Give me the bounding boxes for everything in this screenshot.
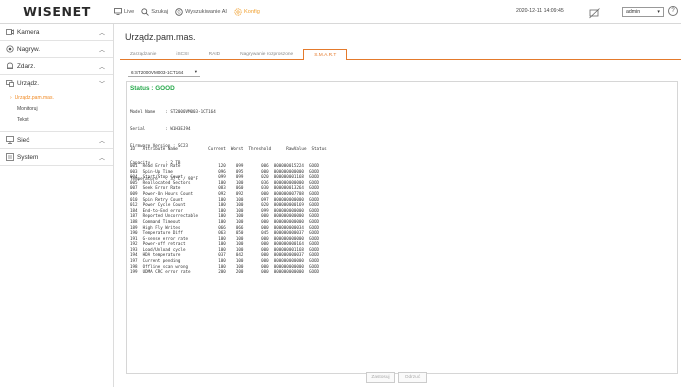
system-icon	[6, 153, 14, 161]
sidebar-item-storage[interactable]: › Urządz.pam.mas.	[0, 92, 113, 103]
chevron-up-icon: ︿	[98, 139, 105, 145]
tab-bar: Zarządzanie iSCSI RAID Nagrywanie rozpro…	[120, 49, 681, 60]
sidebar-item-network[interactable]: Sieć ︿	[0, 132, 113, 148]
table-row: 197 Current pending 100 100 000 00000000…	[130, 258, 320, 264]
top-nav: Live Szukaj G Wyszukiwanie AI Konfig	[114, 0, 267, 24]
help-icon[interactable]: ?	[668, 6, 678, 16]
main-content: Urządz.pam.mas. Zarządzanie iSCSI RAID N…	[114, 24, 681, 387]
user-dropdown[interactable]: admin ▾	[622, 7, 664, 17]
chevron-down-icon: ▾	[194, 69, 197, 74]
sidebar-item-label: Nagryw.	[17, 45, 41, 53]
top-bar: WISENET Live Szukaj G Wyszukiwanie AI Ko…	[0, 0, 681, 24]
record-icon	[6, 45, 14, 53]
nav-config[interactable]: Konfig	[234, 0, 260, 24]
nav-live-label: Live	[124, 8, 135, 15]
info-line: Serial : W1H3EJ94	[130, 125, 191, 131]
nav-live[interactable]: Live	[114, 0, 134, 24]
disk-select-value: 6:ST2000VM003-1CT164	[131, 69, 184, 75]
chevron-down-icon: ▾	[657, 9, 660, 15]
nav-ai-search-label: Wyszukiwanie AI	[185, 8, 227, 15]
sidebar-item-system[interactable]: System ︿	[0, 149, 113, 165]
user-name: admin	[626, 9, 641, 15]
sidebar: Kamera ︿ Nagryw. ︿ Zdarz. ︿ Urządz. ﹀ › …	[0, 24, 114, 387]
chevron-down-icon: ﹀	[98, 82, 105, 88]
table-row: 199 UDMA CRC error rate 200 200 000 0000…	[130, 269, 320, 275]
sidebar-item-label: Sieć	[17, 136, 30, 144]
sidebar-item-label: Zdarz.	[17, 62, 36, 70]
device-icon	[6, 79, 14, 87]
chevron-up-icon: ︿	[98, 65, 105, 71]
search-icon	[141, 7, 150, 16]
tab-distributed-recording[interactable]: Nagrywanie rozproszone	[230, 49, 303, 59]
smart-table: ID Attribute Name Current Worst Threshol…	[130, 135, 327, 286]
sidebar-item-label: Kamera	[17, 28, 40, 36]
svg-text:G: G	[178, 9, 181, 14]
sidebar-group-camera: Kamera ︿	[0, 24, 113, 41]
sidebar-group-network: Sieć ︿	[0, 132, 113, 149]
tab-iscsi[interactable]: iSCSI	[166, 49, 198, 59]
logo: WISENET	[23, 4, 91, 19]
sidebar-group-device: Urządz. ﹀ › Urządz.pam.mas. Monitoruj Te…	[0, 75, 113, 132]
apply-button[interactable]: Zastosuj	[366, 372, 395, 383]
bell-icon	[7, 62, 13, 69]
sidebar-group-system: System ︿	[0, 149, 113, 166]
sidebar-item-camera[interactable]: Kamera ︿	[0, 24, 113, 40]
sidebar-item-record[interactable]: Nagryw. ︿	[0, 41, 113, 57]
sidebar-item-label: Urządz.	[17, 79, 40, 87]
table-row: 001 Read Error Rate 120 099 006 00000001…	[130, 162, 320, 168]
table-row: 188 Command Timeout 100 100 000 00000000…	[130, 218, 320, 224]
nav-ai-search[interactable]: G Wyszukiwanie AI	[175, 0, 227, 24]
camera-off-icon[interactable]	[589, 6, 601, 24]
sidebar-group-record: Nagryw. ︿	[0, 41, 113, 58]
monitor-icon	[114, 8, 122, 15]
sidebar-submenu: › Urządz.pam.mas. Monitoruj Tekst	[0, 91, 113, 131]
cancel-button[interactable]: Odrzuć	[398, 372, 427, 383]
chevron-up-icon: ︿	[98, 31, 105, 37]
chevron-up-icon: ︿	[98, 48, 105, 54]
disk-select[interactable]: 6:ST2000VM003-1CT164 ▾	[128, 68, 200, 77]
gear-icon	[234, 7, 242, 16]
camera-icon	[6, 29, 14, 35]
sidebar-item-event[interactable]: Zdarz. ︿	[0, 58, 113, 74]
sidebar-group-event: Zdarz. ︿	[0, 58, 113, 75]
ai-search-icon: G	[175, 7, 183, 16]
datetime: 2020-12-11 14:09:45	[516, 8, 564, 14]
sidebar-item-device[interactable]: Urządz. ﹀	[0, 75, 113, 91]
sidebar-item-label: System	[17, 153, 39, 161]
chevron-up-icon: ︿	[98, 156, 105, 162]
table-row: 004 Start/Stop Count 099 099 020 0000000…	[130, 174, 320, 180]
nav-search[interactable]: Szukaj	[141, 0, 168, 24]
tab-management[interactable]: Zarządzanie	[120, 49, 166, 59]
sidebar-item-label: Urządz.pam.mas.	[14, 94, 54, 101]
info-line: Model Name : ST2000VM003-1CT164	[130, 109, 216, 115]
table-row: 012 Power Cycle Count 100 100 020 000000…	[130, 202, 320, 208]
tab-raid[interactable]: RAID	[199, 49, 230, 59]
status-text: Status : GOOD	[130, 85, 175, 92]
table-header: ID Attribute Name Current Worst Threshol…	[130, 146, 327, 152]
table-body: 001 Read Error Rate 120 099 006 00000001…	[130, 163, 327, 275]
nav-search-label: Szukaj	[151, 8, 169, 15]
table-row: 009 Power-On Hours Count 092 092 000 000…	[130, 190, 320, 196]
table-row: 190 Temperature Diff 063 050 045 0000000…	[130, 230, 320, 236]
sidebar-item-text[interactable]: Tekst	[0, 114, 113, 125]
network-icon	[6, 136, 14, 144]
nav-config-label: Konfig	[243, 8, 260, 15]
sidebar-item-monitor[interactable]: Monitoruj	[0, 103, 113, 114]
page-title: Urządz.pam.mas.	[125, 32, 196, 42]
tab-smart[interactable]: S.M.A.R.T	[303, 49, 348, 60]
arrow-right-icon: ›	[10, 94, 12, 101]
smart-panel: Status : GOOD Model Name : ST2000VM003-1…	[126, 81, 678, 374]
